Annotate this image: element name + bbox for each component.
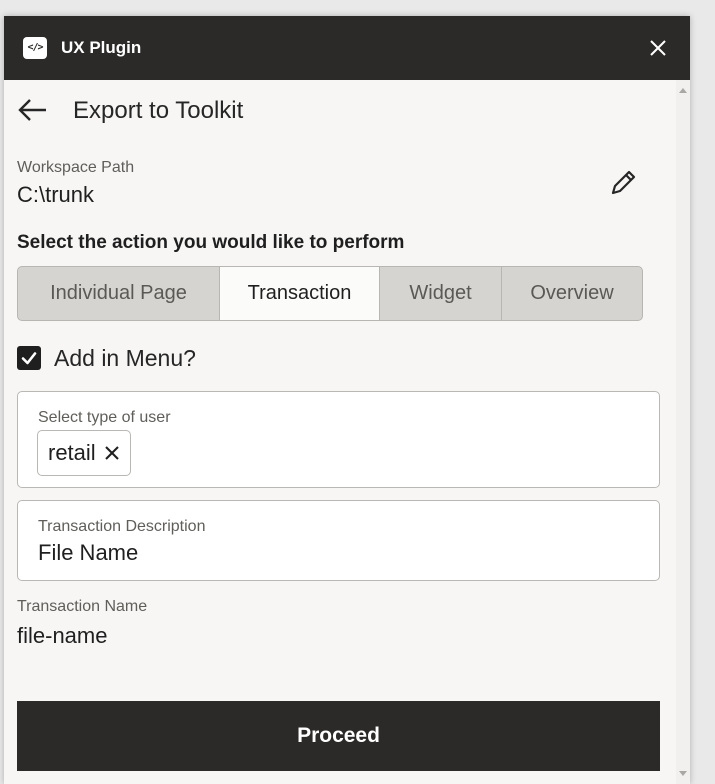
back-button[interactable] — [16, 96, 50, 124]
workspace-path-label: Workspace Path — [17, 159, 135, 176]
code-icon: </> — [23, 37, 47, 59]
edit-workspace-button[interactable] — [606, 166, 640, 200]
scrollbar[interactable] — [676, 80, 690, 784]
close-icon — [650, 40, 666, 56]
tab-widget[interactable]: Widget — [380, 267, 502, 320]
scroll-down-arrow[interactable] — [679, 771, 687, 776]
tab-overview[interactable]: Overview — [502, 267, 642, 320]
transaction-description-value: File Name — [38, 540, 139, 565]
user-type-label: Select type of user — [38, 409, 171, 426]
arrow-left-icon — [18, 99, 46, 121]
add-in-menu-checkbox[interactable] — [17, 346, 41, 370]
add-in-menu-row[interactable]: Add in Menu? — [17, 343, 196, 373]
checkmark-icon — [21, 352, 37, 365]
pencil-icon — [611, 170, 636, 195]
page-title: Export to Toolkit — [73, 97, 244, 124]
chip-remove-button[interactable] — [104, 445, 120, 461]
chip-text: retail — [48, 440, 96, 465]
transaction-name-label: Transaction Name — [17, 598, 148, 615]
scroll-up-arrow[interactable] — [679, 88, 687, 93]
title-bar: </> UX Plugin — [4, 16, 690, 80]
action-prompt: Select the action you would like to perf… — [17, 232, 405, 253]
app-title: UX Plugin — [61, 38, 142, 57]
transaction-description-label: Transaction Description — [38, 518, 206, 535]
workspace-path-value: C:\trunk — [17, 182, 95, 207]
close-button[interactable] — [644, 34, 672, 62]
transaction-description-field[interactable]: Transaction Description File Name — [17, 500, 660, 581]
tab-individual-page[interactable]: Individual Page — [18, 267, 220, 320]
user-type-chip: retail — [37, 430, 131, 476]
transaction-name-value: file-name — [17, 623, 108, 648]
tab-transaction[interactable]: Transaction — [220, 267, 380, 320]
proceed-button[interactable]: Proceed — [17, 701, 660, 771]
action-tabs: Individual Page Transaction Widget Overv… — [17, 266, 643, 321]
user-type-select[interactable]: Select type of user retail — [17, 391, 660, 488]
close-icon — [104, 446, 119, 460]
add-in-menu-label: Add in Menu? — [54, 344, 196, 371]
plugin-window: </> UX Plugin Export to Toolkit Workspac… — [4, 16, 690, 784]
